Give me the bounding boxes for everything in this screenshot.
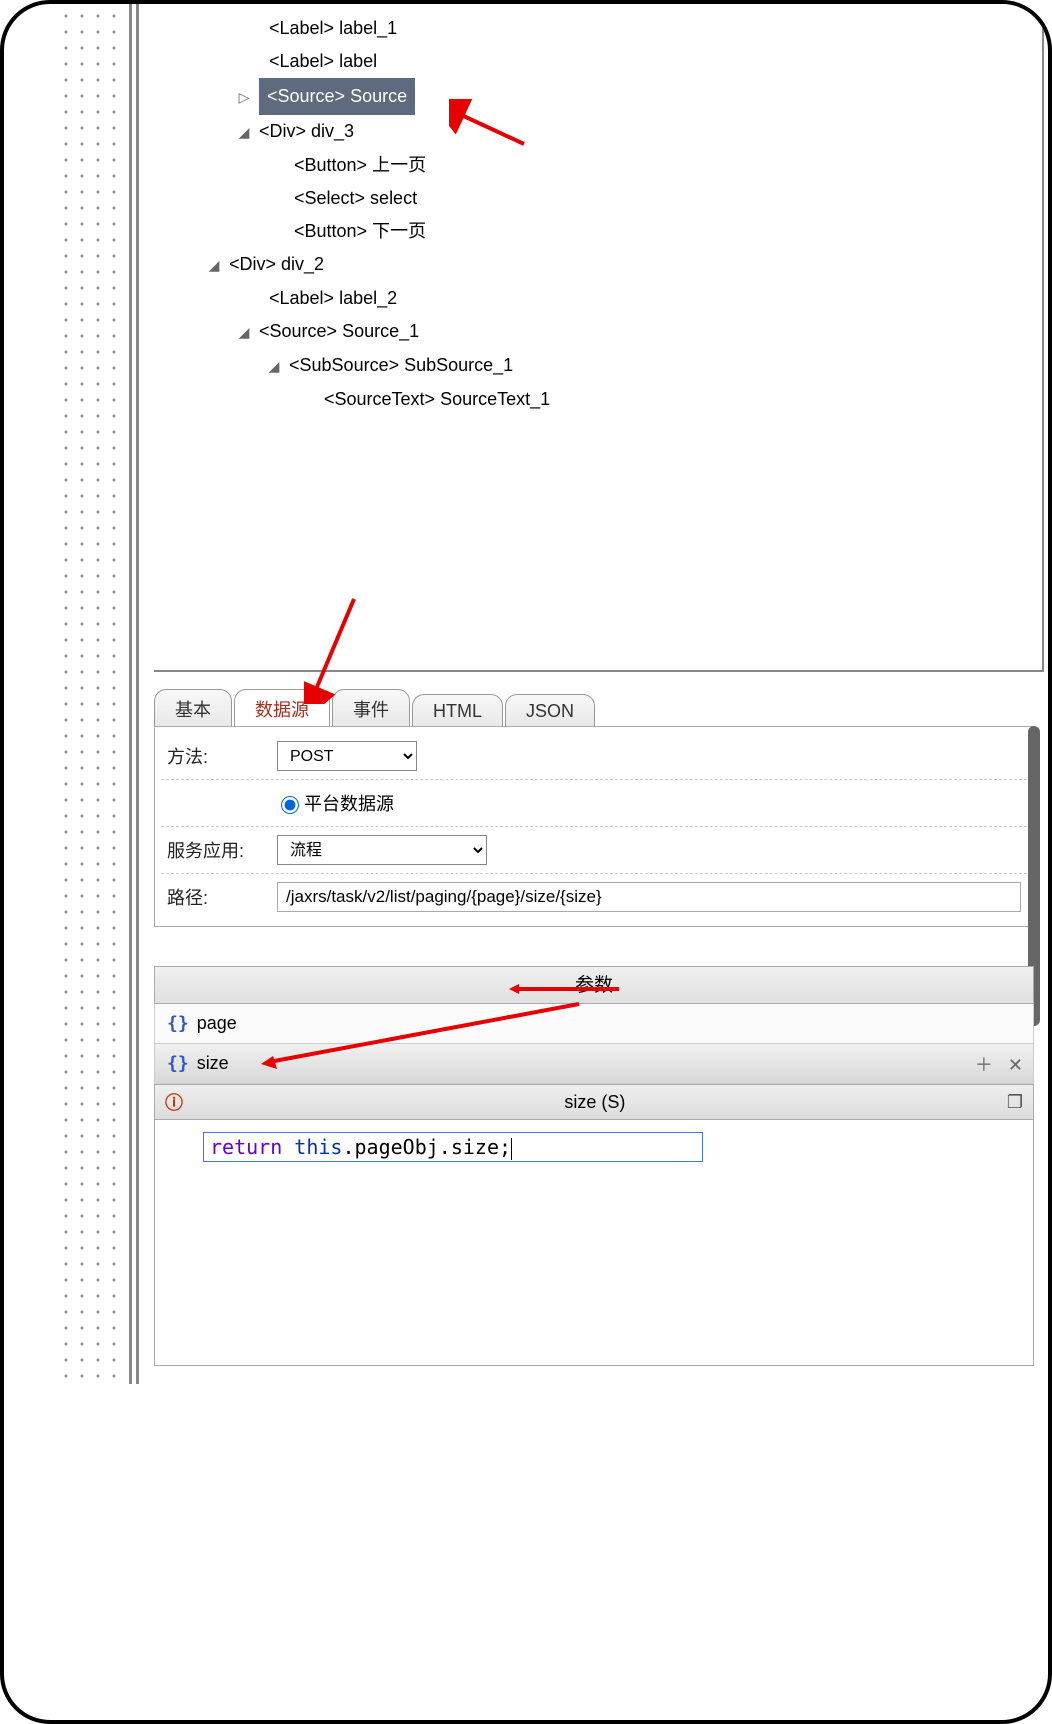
code-keyword-this: this [294, 1135, 342, 1159]
component-tree: <Label> label_1 <Label> label ▷ <Source>… [154, 4, 1044, 672]
code-editor[interactable]: return this.pageObj.size; [154, 1120, 1034, 1366]
property-tabs: 基本 数据源 事件 HTML JSON [154, 684, 597, 726]
tree-node-button-prev[interactable]: <Button> 上一页 [154, 149, 1042, 182]
path-input[interactable] [277, 882, 1021, 912]
braces-icon: {} [167, 1013, 189, 1034]
expand-arrow-down-icon[interactable]: ◢ [204, 249, 224, 282]
tree-node-label[interactable]: <Label> label [154, 45, 1042, 78]
param-name: size [197, 1053, 229, 1074]
service-app-select[interactable]: 流程 [277, 835, 487, 865]
expand-arrow-down-icon[interactable]: ◢ [234, 316, 254, 349]
param-name: page [197, 1013, 237, 1034]
method-select[interactable]: POST [277, 741, 417, 771]
tree-node-button-next[interactable]: <Button> 下一页 [154, 215, 1042, 248]
platform-radio-label: 平台数据源 [304, 794, 394, 814]
text-cursor [511, 1138, 512, 1160]
datasource-form: 方法: POST 平台数据源 服务应用: 流程 路径: [154, 726, 1034, 927]
code-keyword-return: return [210, 1135, 294, 1159]
canvas-dotted-gutter [54, 4, 126, 1384]
tree-node-div-3[interactable]: ◢ <Div> div_3 [154, 115, 1042, 149]
warning-icon: ⓘ [165, 1089, 183, 1115]
tree-node-source-1[interactable]: ◢ <Source> Source_1 [154, 315, 1042, 349]
tree-node-subsource-1[interactable]: ◢ <SubSource> SubSource_1 [154, 349, 1042, 383]
tab-json[interactable]: JSON [505, 694, 595, 726]
tree-node-sourcetext-1[interactable]: <SourceText> SourceText_1 [154, 383, 1042, 416]
tree-node-div-2[interactable]: ◢ <Div> div_2 [154, 248, 1042, 282]
code-editor-header: ⓘ size (S) ❐ [154, 1084, 1034, 1120]
service-app-label: 服务应用: [167, 837, 277, 863]
param-row-size[interactable]: {} size ＋ ✕ [154, 1044, 1034, 1084]
tree-node-select[interactable]: <Select> select [154, 182, 1042, 215]
expand-arrow-down-icon[interactable]: ◢ [234, 116, 254, 149]
maximize-icon[interactable]: ❐ [1007, 1092, 1023, 1113]
expand-arrow-down-icon[interactable]: ◢ [264, 350, 284, 383]
vertical-divider [129, 4, 132, 1384]
path-label: 路径: [167, 884, 277, 910]
code-title: size (S) [183, 1092, 1007, 1113]
expand-arrow-right-icon[interactable]: ▷ [234, 81, 254, 114]
tab-basic[interactable]: 基本 [154, 689, 232, 726]
tab-events[interactable]: 事件 [332, 689, 410, 726]
tree-node-label-1[interactable]: <Label> label_1 [154, 4, 1042, 45]
tree-node-label-2[interactable]: <Label> label_2 [154, 282, 1042, 315]
code-expression: .pageObj.size; [342, 1135, 511, 1159]
method-label: 方法: [167, 743, 277, 769]
tree-node-source[interactable]: ▷ <Source> Source [154, 78, 1042, 115]
platform-datasource-radio[interactable]: 平台数据源 [281, 794, 394, 814]
tab-datasource[interactable]: 数据源 [234, 689, 330, 726]
vertical-divider [136, 4, 139, 1384]
close-icon[interactable]: ✕ [1008, 1055, 1023, 1075]
tab-html[interactable]: HTML [412, 694, 503, 726]
add-icon[interactable]: ＋ [975, 1055, 993, 1075]
param-row-page[interactable]: {} page [154, 1004, 1034, 1044]
platform-radio-input[interactable] [281, 796, 299, 814]
params-section-header: 参数 [154, 966, 1034, 1004]
braces-icon: {} [167, 1053, 189, 1074]
